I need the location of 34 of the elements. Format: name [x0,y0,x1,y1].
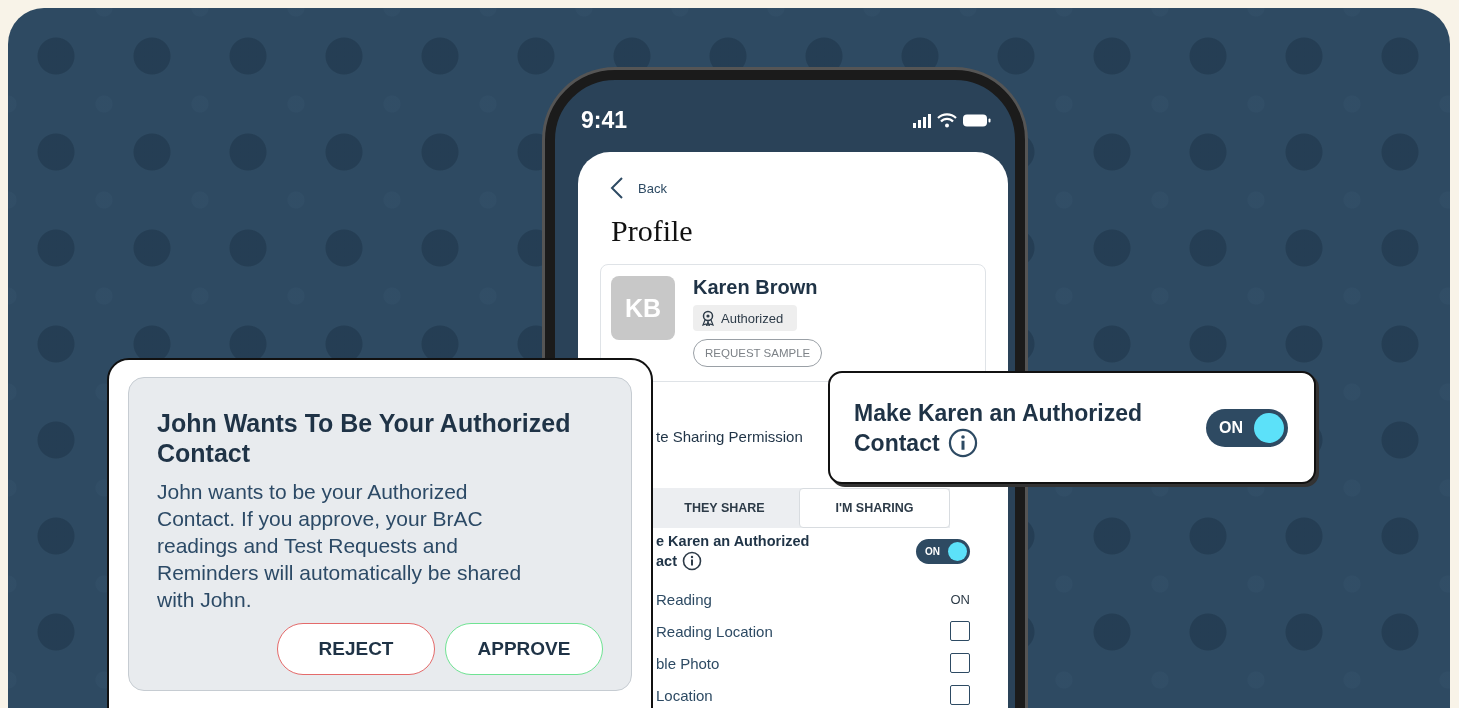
page-title: Profile [611,214,694,248]
permission-label: Reading [656,590,712,608]
chevron-left-icon [610,176,624,200]
dialog-title: John Wants To Be Your Authorized Contact [157,408,572,468]
toggle-switch[interactable]: ON [916,539,970,564]
info-icon[interactable] [681,551,702,571]
request-sample-button[interactable]: REQUEST SAMPLE [693,339,823,367]
dialog-message: John wants to be your Authorized Contact. If you approve, your BrAC readings and Test Requests and Reminders will automatically be shared with John. [157,479,523,613]
section-heading: te Sharing Permission [656,428,803,445]
badge-label: Authorized [721,310,784,326]
callout-label: Make Karen an Authorized [854,398,1142,428]
checkbox[interactable] [950,653,970,673]
permission-label: ble Photo [656,654,720,672]
back-button[interactable]: Back [578,152,690,200]
approve-button[interactable]: APPROVE [445,623,603,675]
status-time: 9:41 [581,106,628,134]
contact-name: Karen Brown [693,276,818,299]
permission-status: ON [950,591,970,607]
checkbox[interactable] [950,685,970,705]
reject-button[interactable]: REJECT [277,623,435,675]
tab[interactable]: THEY SHARE [650,488,799,528]
permission-label: Reading Location [656,622,773,640]
callout-label: Contact [854,428,940,458]
toggle-label: e Karen an Authorized [656,532,810,551]
permission-label: Location [656,686,713,704]
wifi-icon [937,112,957,128]
toggle-switch[interactable]: ON [1206,408,1288,447]
signal-icon [913,112,931,128]
info-icon[interactable] [947,427,978,458]
tab[interactable]: I'M SHARING [799,488,950,528]
battery-icon [963,113,991,127]
award-icon [701,310,715,326]
toggle-label: act [656,551,677,571]
checkbox[interactable] [950,621,970,641]
